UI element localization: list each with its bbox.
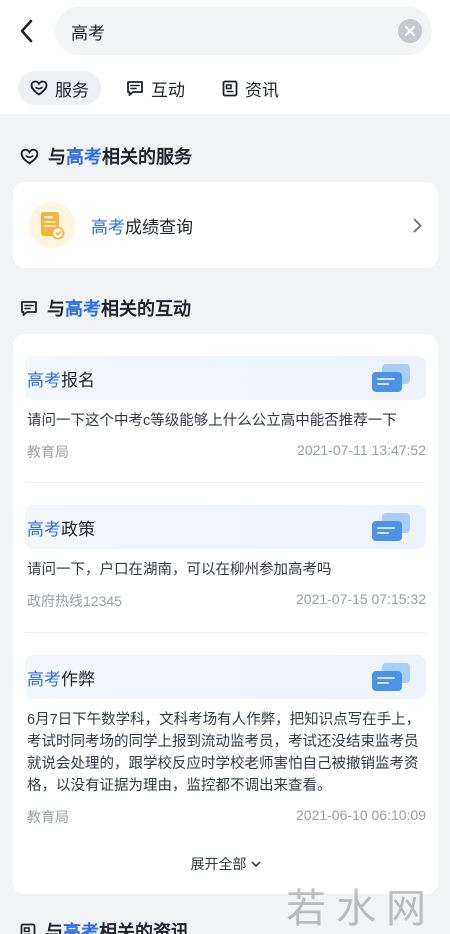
close-icon (405, 26, 415, 36)
news-section-title: 与高考 相关的资讯 (20, 918, 189, 934)
news-icon (20, 923, 36, 934)
services-title-suffix: 相关的服务 (102, 147, 192, 167)
heart-icon (20, 148, 39, 165)
tab-services-label: 服务 (55, 80, 89, 100)
tab-interactions[interactable]: 互动 (114, 71, 197, 105)
tab-interactions-label: 互动 (151, 80, 185, 100)
list-item[interactable]: 高考 报名 请问一下这个中考c等级能够上什么公立高中能否推荐一下 教育局 2021… (25, 356, 426, 462)
list-item-body: 6月7日下午数学科，文科考场有人作弊，把知识点写在手上，考试时同考场的同学上报到… (27, 712, 421, 794)
top-bar: 高考 (0, 0, 450, 62)
service-item-label: 高考成绩查询 (91, 213, 413, 238)
list-item-title: 高考 政策 (25, 505, 426, 549)
list-item-source: 教育局 (27, 809, 69, 825)
news-icon (222, 80, 238, 97)
list-item-title-rest: 作弊 (61, 669, 95, 689)
list-item-keyword: 高考 (27, 669, 61, 689)
list-item-source: 政府热线12345 (27, 593, 122, 609)
message-icon (20, 300, 38, 317)
news-title-suffix: 相关的资讯 (99, 922, 189, 934)
list-item-body: 请问一下，户口在湖南，可以在柳州参加高考吗 (27, 562, 332, 578)
list-item-time: 2021-06-10 06:10:09 (296, 807, 426, 823)
list-item-title-rest: 政策 (61, 519, 95, 539)
list-item-time: 2021-07-11 13:47:52 (297, 442, 426, 458)
tab-news[interactable]: 资讯 (210, 71, 291, 105)
list-item-meta: 教育局 2021-07-11 13:47:52 (25, 442, 426, 462)
interactions-section-title: 与高考 相关的互动 (20, 295, 191, 321)
chat-bubbles-icon (372, 663, 410, 691)
clear-search-button[interactable] (398, 19, 422, 43)
list-item[interactable]: 高考 作弊 6月7日下午数学科，文科考场有人作弊，把知识点写在手上，考试时同考场的… (25, 655, 426, 827)
interactions-title-suffix: 相关的互动 (101, 299, 191, 319)
tab-services[interactable]: 服务 (18, 71, 101, 105)
list-item-source: 教育局 (27, 444, 69, 460)
services-title-prefix: 与 (48, 147, 66, 167)
chat-bubbles-icon (372, 364, 410, 392)
list-item-keyword: 高考 (27, 370, 61, 390)
search-query-text: 高考 (71, 23, 105, 43)
news-title-prefix: 与 (45, 922, 63, 934)
services-section-title: 与高考 相关的服务 (20, 143, 192, 169)
interactions-card: 高考 报名 请问一下这个中考c等级能够上什么公立高中能否推荐一下 教育局 2021… (13, 334, 438, 894)
list-item[interactable]: 高考 政策 请问一下，户口在湖南，可以在柳州参加高考吗 政府热线12345 202… (25, 505, 426, 611)
services-title-keyword: 高考 (66, 147, 102, 167)
chevron-right-icon (413, 218, 422, 232)
watermark: 若水网 (286, 886, 436, 932)
interactions-title-keyword: 高考 (65, 299, 101, 319)
list-item-title: 高考 作弊 (25, 655, 426, 699)
list-item-title: 高考 报名 (25, 356, 426, 400)
divider (25, 632, 426, 633)
list-item-keyword: 高考 (27, 519, 61, 539)
news-title-keyword: 高考 (63, 922, 99, 934)
list-item-meta: 政府热线12345 2021-07-15 07:15:32 (25, 591, 426, 611)
expand-all-label: 展开全部 (190, 856, 247, 872)
heart-icon (30, 80, 48, 96)
list-item-title-rest: 报名 (61, 370, 95, 390)
chevron-left-icon (20, 19, 33, 43)
category-tabs: 服务 互动 资讯 (0, 62, 450, 114)
search-input[interactable]: 高考 (55, 7, 432, 55)
expand-all-button[interactable]: 展开全部 (13, 854, 438, 874)
divider (25, 482, 426, 483)
service-item-score-query[interactable]: 高考成绩查询 (13, 182, 438, 268)
message-icon (126, 80, 144, 97)
list-item-body: 请问一下这个中考c等级能够上什么公立高中能否推荐一下 (27, 413, 397, 429)
tab-news-label: 资讯 (245, 80, 279, 100)
service-item-keyword: 高考 (91, 217, 125, 237)
chat-bubbles-icon (372, 513, 410, 541)
service-item-label-rest: 成绩查询 (125, 217, 193, 237)
list-item-meta: 教育局 2021-06-10 06:10:09 (25, 807, 426, 827)
list-item-time: 2021-07-15 07:15:32 (296, 591, 426, 607)
back-button[interactable] (0, 0, 52, 62)
chevron-down-icon (251, 861, 261, 868)
document-icon (29, 202, 75, 248)
interactions-title-prefix: 与 (47, 299, 65, 319)
